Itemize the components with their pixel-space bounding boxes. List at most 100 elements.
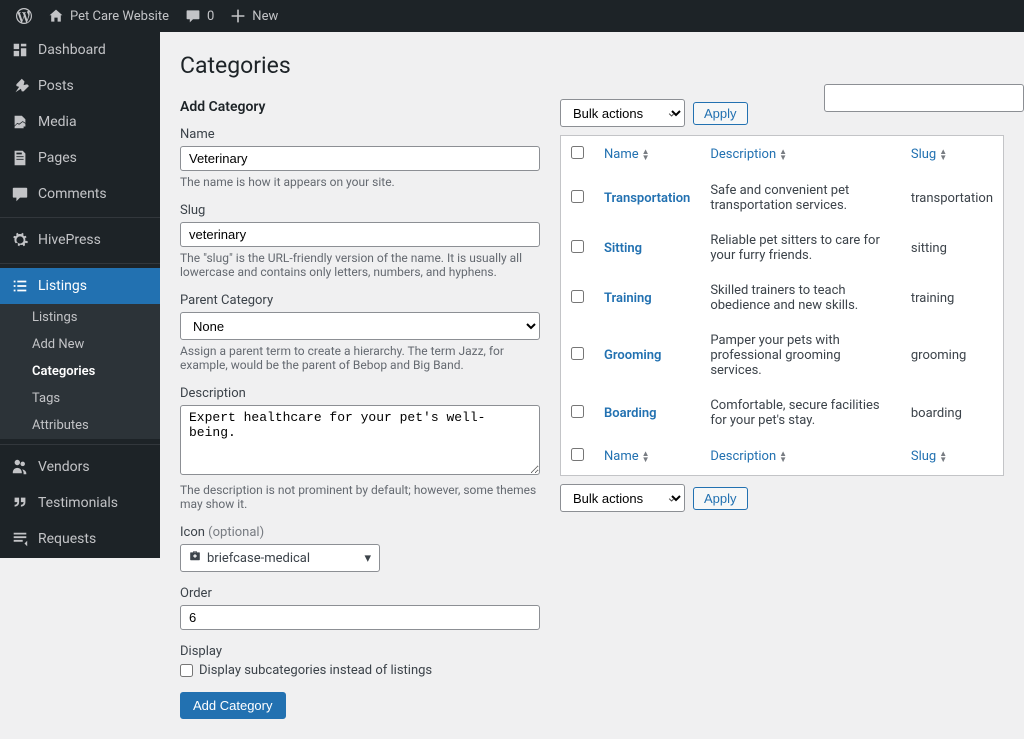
category-name-link[interactable]: Boarding	[604, 406, 657, 421]
sidebar-item-label: Testimonials	[38, 495, 118, 511]
sidebar-item-comments[interactable]: Comments	[0, 176, 160, 212]
name-input[interactable]	[180, 146, 540, 171]
display-label: Display	[180, 644, 540, 659]
description-help: The description is not prominent by defa…	[180, 483, 540, 511]
category-name-link[interactable]: Grooming	[604, 348, 661, 363]
apply-button-bottom[interactable]: Apply	[693, 487, 748, 510]
search-box	[824, 84, 1024, 112]
row-select-checkbox[interactable]	[571, 240, 584, 253]
display-checkbox-label: Display subcategories instead of listing…	[199, 663, 432, 678]
row-select-checkbox[interactable]	[571, 405, 584, 418]
submenu-item-attributes[interactable]: Attributes	[0, 412, 160, 439]
col-slug-header[interactable]: Slug▲▼	[911, 147, 947, 162]
sort-icon: ▲▼	[642, 149, 650, 161]
pages-icon	[10, 148, 30, 168]
col-name-footer[interactable]: Name▲▼	[604, 449, 650, 464]
site-name-text: Pet Care Website	[70, 9, 169, 24]
search-input[interactable]	[824, 84, 1024, 112]
submenu-item-tags[interactable]: Tags	[0, 385, 160, 412]
sidebar-item-label: Dashboard	[38, 42, 106, 58]
parent-label: Parent Category	[180, 293, 540, 308]
list-icon	[10, 276, 30, 296]
sidebar-item-testimonials[interactable]: Testimonials	[0, 485, 160, 521]
sort-icon: ▲▼	[779, 149, 787, 161]
sidebar-item-label: Posts	[38, 78, 74, 94]
sidebar-item-label: Pages	[38, 150, 77, 166]
name-label: Name	[180, 127, 540, 142]
chevron-down-icon: ▾	[364, 551, 371, 566]
col-description-footer[interactable]: Description▲▼	[710, 449, 787, 464]
table-row: TransportationSafe and convenient pet tr…	[561, 173, 1003, 223]
gear-icon	[10, 230, 30, 250]
sidebar-item-label: HivePress	[38, 232, 101, 248]
display-subcategories-checkbox[interactable]	[180, 664, 193, 677]
submenu-item-categories[interactable]: Categories	[0, 358, 160, 385]
category-slug: grooming	[901, 323, 1003, 388]
sidebar-item-media[interactable]: Media	[0, 104, 160, 140]
wp-logo[interactable]	[8, 0, 40, 32]
sidebar-item-label: Comments	[38, 186, 107, 202]
sidebar-item-label: Media	[38, 114, 77, 130]
row-select-checkbox[interactable]	[571, 347, 584, 360]
category-description: Skilled trainers to teach obedience and …	[700, 273, 901, 323]
category-description: Comfortable, secure facilities for your …	[700, 388, 901, 438]
request-icon	[10, 529, 30, 549]
category-slug: transportation	[901, 173, 1003, 223]
slug-input[interactable]	[180, 222, 540, 247]
wordpress-icon	[16, 8, 32, 24]
icon-select[interactable]: briefcase-medical ▾	[180, 544, 380, 572]
pin-icon	[10, 76, 30, 96]
col-description-header[interactable]: Description▲▼	[710, 147, 787, 162]
sort-icon: ▲▼	[939, 451, 947, 463]
category-name-link[interactable]: Sitting	[604, 241, 642, 256]
categories-table: Name▲▼ Description▲▼ Slug▲▼ Transportati…	[560, 135, 1004, 476]
bulk-actions-select-top[interactable]: Bulk actions	[560, 99, 685, 127]
sidebar-item-vendors[interactable]: Vendors	[0, 449, 160, 485]
sidebar-item-pages[interactable]: Pages	[0, 140, 160, 176]
row-select-checkbox[interactable]	[571, 190, 584, 203]
sidebar-item-dashboard[interactable]: Dashboard	[0, 32, 160, 68]
parent-select[interactable]: None	[180, 312, 540, 340]
quote-icon	[10, 493, 30, 513]
name-help: The name is how it appears on your site.	[180, 175, 540, 189]
category-slug: sitting	[901, 223, 1003, 273]
description-label: Description	[180, 386, 540, 401]
table-row: Boarding Comfortable, secure facilities f…	[561, 388, 1003, 438]
comment-icon	[10, 184, 30, 204]
submenu-item-add-new[interactable]: Add New	[0, 331, 160, 358]
sort-icon: ▲▼	[779, 451, 787, 463]
category-name-link[interactable]: Transportation	[604, 191, 690, 206]
col-name-header[interactable]: Name▲▼	[604, 147, 650, 162]
sidebar-item-listings[interactable]: Listings	[0, 268, 160, 304]
col-slug-footer[interactable]: Slug▲▼	[911, 449, 947, 464]
add-category-button[interactable]: Add Category	[180, 692, 286, 719]
comments-count: 0	[207, 9, 214, 24]
page-title: Categories	[180, 52, 1004, 79]
submenu-item-listings[interactable]: Listings	[0, 304, 160, 331]
slug-label: Slug	[180, 203, 540, 218]
description-textarea[interactable]: Expert healthcare for your pet's well-be…	[180, 405, 540, 475]
admin-sidebar: Dashboard Posts Media Pages Comments HivePres…	[0, 32, 160, 558]
apply-button-top[interactable]: Apply	[693, 102, 748, 125]
new-content-link[interactable]: New	[222, 0, 286, 32]
sort-icon: ▲▼	[642, 451, 650, 463]
icon-label: Icon (optional)	[180, 525, 540, 540]
tablenav-bottom: Bulk actions ⌄ Apply	[560, 484, 1004, 512]
sidebar-item-label: Requests	[38, 531, 96, 547]
category-description: Reliable pet sitters to care for your fu…	[700, 223, 901, 273]
site-name-link[interactable]: Pet Care Website	[40, 0, 177, 32]
categories-list: Bulk actions ⌄ Apply Name▲▼ Description▲…	[560, 99, 1004, 719]
sidebar-item-requests[interactable]: Requests	[0, 521, 160, 557]
sort-icon: ▲▼	[939, 149, 947, 161]
bulk-actions-select-bottom[interactable]: Bulk actions	[560, 484, 685, 512]
sidebar-item-posts[interactable]: Posts	[0, 68, 160, 104]
sidebar-item-label: Vendors	[38, 459, 90, 475]
comments-link[interactable]: 0	[177, 0, 222, 32]
icon-value: briefcase-medical	[207, 551, 310, 566]
select-all-top[interactable]	[571, 146, 584, 159]
row-select-checkbox[interactable]	[571, 290, 584, 303]
select-all-bottom[interactable]	[571, 448, 584, 461]
sidebar-item-hivepress[interactable]: HivePress	[0, 222, 160, 258]
category-name-link[interactable]: Training	[604, 291, 652, 306]
order-input[interactable]	[180, 605, 540, 630]
